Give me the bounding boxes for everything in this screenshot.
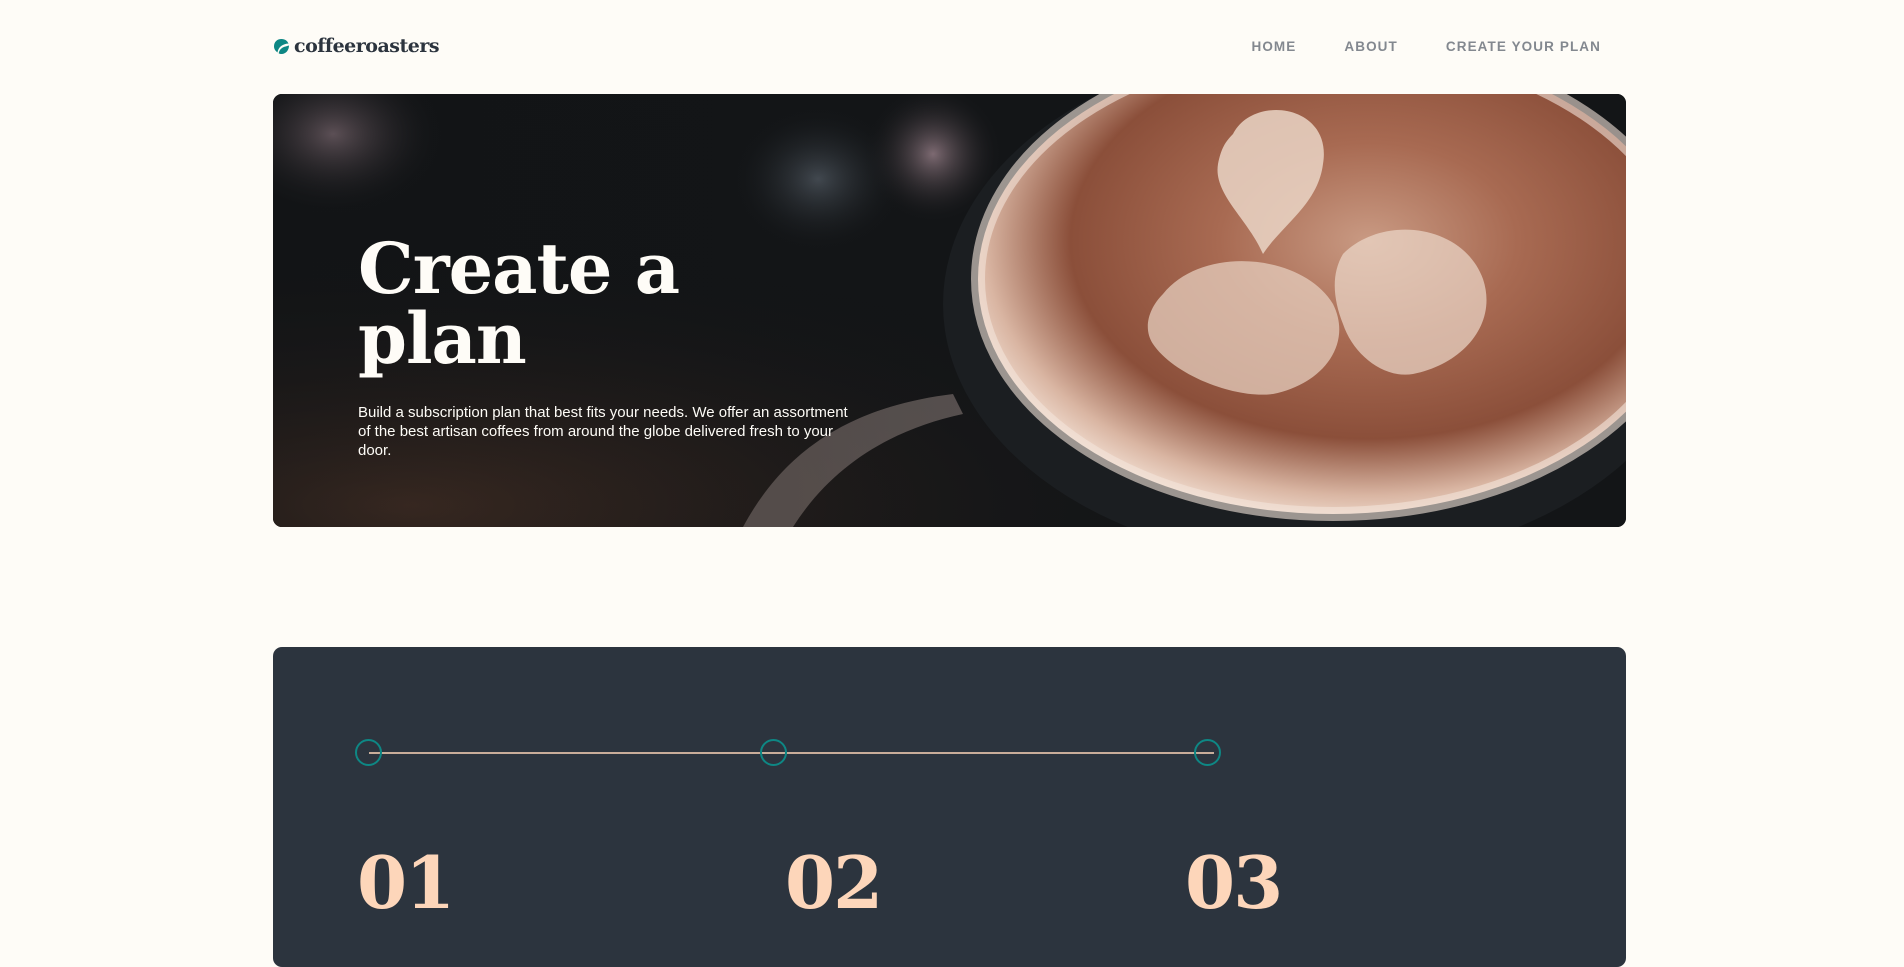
logo-text: coffeeroasters: [294, 35, 440, 57]
main-nav: HOME ABOUT CREATE YOUR PLAN: [1251, 39, 1601, 54]
site-header: coffeeroasters HOME ABOUT CREATE YOUR PL…: [273, 28, 1626, 64]
timeline-dot-3: [1194, 739, 1221, 766]
hero-banner: Create a plan Build a subscription plan …: [273, 94, 1626, 527]
nav-link-create-plan[interactable]: CREATE YOUR PLAN: [1446, 39, 1601, 54]
timeline-dot-2: [760, 739, 787, 766]
hero-description: Build a subscription plan that best fits…: [358, 404, 848, 459]
how-it-works-section: 01 02 03: [273, 647, 1626, 967]
hero-content: Create a plan Build a subscription plan …: [358, 234, 858, 475]
timeline-dot-1: [355, 739, 382, 766]
logo[interactable]: coffeeroasters: [273, 35, 440, 57]
step-number-2: 02: [785, 840, 883, 925]
coffee-bean-icon: [273, 38, 290, 55]
steps-timeline: [355, 737, 1225, 769]
nav-link-home[interactable]: HOME: [1251, 39, 1296, 54]
nav-link-about[interactable]: ABOUT: [1344, 39, 1398, 54]
timeline-line: [369, 752, 1214, 754]
step-number-3: 03: [1185, 840, 1283, 925]
page-title: Create a plan: [358, 227, 680, 380]
step-number-1: 01: [357, 840, 455, 925]
